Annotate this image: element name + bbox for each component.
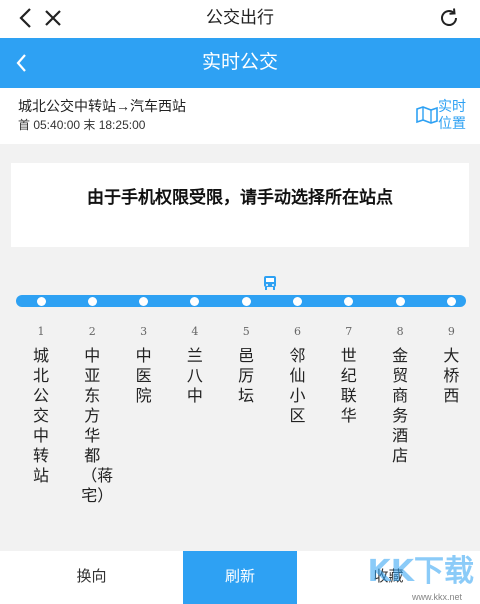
- stop-number: 7: [345, 325, 353, 338]
- stop-number: 3: [140, 325, 148, 338]
- stop-name[interactable]: 邑厉坛: [235, 347, 257, 407]
- realtime-label: 实时 位置: [438, 98, 466, 132]
- stop-dot[interactable]: [241, 297, 251, 306]
- stop-name[interactable]: 兰八中: [184, 347, 206, 407]
- stop-name[interactable]: 中医院: [133, 347, 155, 407]
- stop-name[interactable]: 大桥西: [440, 347, 462, 407]
- page-title: 实时公交: [201, 52, 278, 73]
- watermark-logo: KK下载: [367, 554, 475, 589]
- page-header: 实时公交: [0, 38, 480, 88]
- map-icon: [416, 106, 438, 124]
- watermark-url: www.kkx.net: [411, 592, 462, 602]
- stop-dot[interactable]: [87, 297, 97, 306]
- permission-notice: 由于手机权限受限，请手动选择所在站点: [11, 163, 469, 247]
- bus-icon: [263, 275, 277, 296]
- stop-number: 9: [447, 325, 455, 338]
- realtime-label-line1: 实时: [438, 98, 466, 114]
- stop-name[interactable]: 金贸商务酒店: [389, 347, 411, 467]
- stop-name[interactable]: 世纪联华: [338, 347, 360, 427]
- stop-number: 2: [88, 325, 96, 338]
- route-name: 城北公交中转站→汽车西站: [18, 98, 186, 114]
- top-bar: 公交出行: [0, 0, 480, 38]
- stop-name[interactable]: 城北公交中转站: [30, 347, 52, 487]
- notice-text: 由于手机权限受限，请手动选择所在站点: [87, 188, 393, 207]
- stop-number: 5: [242, 325, 250, 338]
- stop-number: 6: [294, 325, 301, 338]
- stop-dot[interactable]: [36, 297, 46, 306]
- refresh-button[interactable]: 刷新: [183, 551, 297, 604]
- stop-number: 4: [191, 325, 199, 338]
- app-title: 公交出行: [206, 8, 274, 27]
- reverse-button[interactable]: 换向: [0, 551, 183, 604]
- stop-number: 1: [37, 325, 45, 338]
- stop-name[interactable]: 中亚东方华都（蒋宅）: [81, 347, 113, 507]
- stop-dot[interactable]: [446, 297, 456, 306]
- route-info: 城北公交中转站→汽车西站 首 05:40:00 末 18:25:00 实时 位置: [0, 88, 480, 144]
- stop-name[interactable]: 邻仙小区: [287, 347, 309, 427]
- stop-dot[interactable]: [293, 297, 302, 306]
- stop-dot[interactable]: [395, 297, 405, 306]
- realtime-label-line2: 位置: [438, 115, 466, 131]
- realtime-location-button[interactable]: 实时 位置: [416, 98, 466, 132]
- stop-number: 8: [396, 325, 404, 338]
- refresh-icon[interactable]: [436, 5, 462, 31]
- service-hours: 首 05:40:00 末 18:25:00: [18, 118, 146, 132]
